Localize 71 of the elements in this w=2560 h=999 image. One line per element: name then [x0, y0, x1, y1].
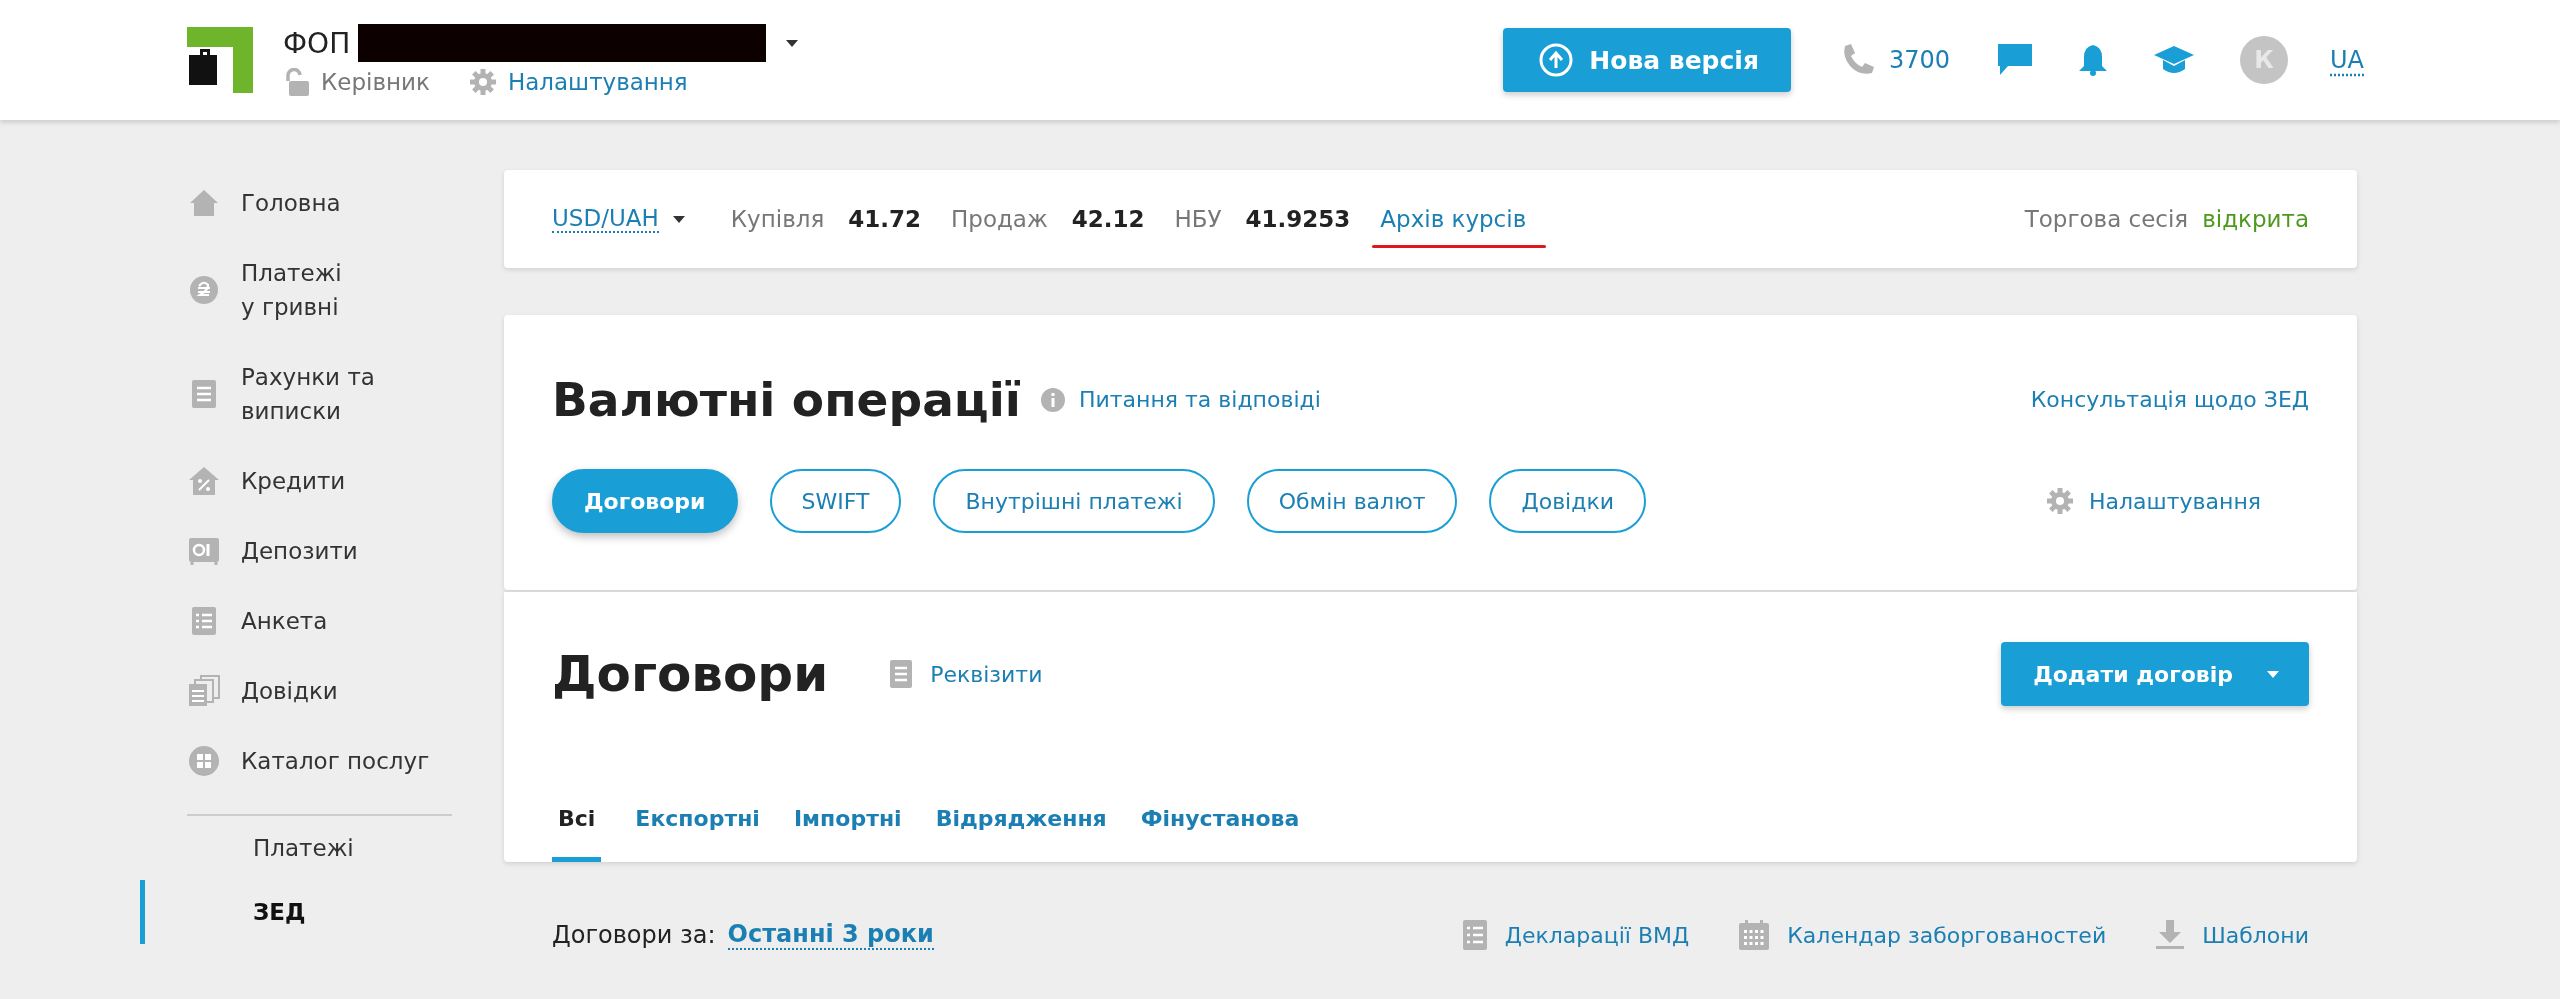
rate-label: Продаж: [951, 206, 1048, 232]
settings-link[interactable]: Налаштування: [507, 69, 688, 95]
period-select[interactable]: Останні 3 роки: [727, 920, 934, 950]
house-percent-icon: [188, 466, 220, 496]
page-title: Валютні операції: [552, 372, 1021, 427]
up-arrow-circle-icon: [1539, 43, 1574, 77]
session-label: Торгова сесія: [2024, 206, 2189, 232]
role-label: Керівник: [321, 69, 430, 95]
section-tab[interactable]: Обмін валют: [1246, 469, 1458, 533]
rate-label: Купівля: [730, 206, 825, 232]
document-icon: [191, 379, 217, 409]
home-icon: [189, 189, 219, 217]
caret-icon[interactable]: [786, 39, 799, 47]
logo-icon[interactable]: [187, 27, 253, 93]
settings-link[interactable]: Налаштування: [2089, 488, 2261, 514]
unlocked-padlock-icon: [283, 68, 309, 96]
add-contract-button[interactable]: Додати договір: [2001, 642, 2309, 706]
sidebar-item[interactable]: Кредити: [187, 464, 466, 498]
consultation-link[interactable]: Консультація щодо ЗЕД: [2030, 387, 2309, 412]
rates-archive-link[interactable]: Архів курсів: [1380, 206, 1527, 232]
documents-stack-icon: [188, 675, 220, 707]
company-prefix: ФОП: [283, 26, 351, 60]
sidebar-item[interactable]: Довідки: [187, 674, 466, 708]
sidebar-item[interactable]: Платежі у гривні: [187, 256, 466, 324]
section-tab[interactable]: Довідки: [1489, 469, 1646, 533]
toolbar-link[interactable]: Декларації ВМД: [1504, 922, 1690, 948]
language-switch[interactable]: UA: [2330, 46, 2364, 74]
filter-label: Договори за:: [552, 921, 716, 949]
sidebar-subitem[interactable]: Платежі: [140, 816, 466, 880]
download-icon: [2156, 920, 2185, 950]
sidebar-item[interactable]: Каталог послуг: [187, 744, 466, 778]
section-tab[interactable]: SWIFT: [769, 469, 902, 533]
section-tab[interactable]: Внутрішні платежі: [933, 469, 1215, 533]
currency-pair-select[interactable]: USD/UAH: [552, 205, 659, 233]
contract-tab[interactable]: Відрядження: [935, 806, 1107, 862]
safe-icon: [188, 537, 220, 565]
new-version-button[interactable]: Нова версія: [1503, 28, 1791, 92]
caret-icon[interactable]: [672, 215, 685, 223]
calendar-icon: [1739, 920, 1770, 950]
contract-tab[interactable]: Фінустанова: [1140, 806, 1300, 862]
contract-tab[interactable]: Імпортні: [793, 806, 902, 862]
list-icon: [1462, 920, 1487, 950]
sidebar-item[interactable]: Головна: [187, 186, 466, 220]
document-icon: [890, 660, 913, 688]
gear-icon: [469, 69, 496, 95]
sidebar-subitem[interactable]: ЗЕД: [140, 880, 466, 944]
rate-value: 42.12: [1071, 206, 1145, 232]
chat-icon[interactable]: [1998, 44, 2032, 76]
info-icon: [1040, 387, 1065, 412]
rate-label: НБУ: [1174, 206, 1222, 232]
sidebar-item[interactable]: Рахунки та виписки: [187, 360, 466, 428]
list-icon: [191, 606, 217, 636]
gear-icon: [2047, 488, 2073, 514]
faq-link[interactable]: Питання та відповіді: [1078, 387, 1321, 412]
toolbar-link[interactable]: Календар заборгованостей: [1787, 922, 2107, 948]
requisites-link[interactable]: Реквізити: [930, 661, 1043, 687]
section-tab[interactable]: Договори: [552, 469, 738, 533]
rate-value: 41.9253: [1245, 206, 1351, 232]
grid-circle-icon: [188, 745, 220, 777]
hryvnia-coin-icon: [189, 275, 219, 305]
sidebar-item[interactable]: Депозити: [187, 534, 466, 568]
graduation-cap-icon[interactable]: [2154, 44, 2194, 76]
sidebar-item[interactable]: Анкета: [187, 604, 466, 638]
contract-tab[interactable]: Експортні: [635, 806, 760, 862]
section-title: Договори: [552, 645, 829, 703]
phone-number[interactable]: 3700: [1888, 46, 1950, 74]
toolbar-link[interactable]: Шаблони: [2202, 922, 2309, 948]
rate-value: 41.72: [848, 206, 921, 232]
bell-icon[interactable]: [2078, 44, 2108, 76]
contract-tab[interactable]: Всі: [552, 806, 602, 862]
session-status: відкрита: [2202, 206, 2309, 232]
